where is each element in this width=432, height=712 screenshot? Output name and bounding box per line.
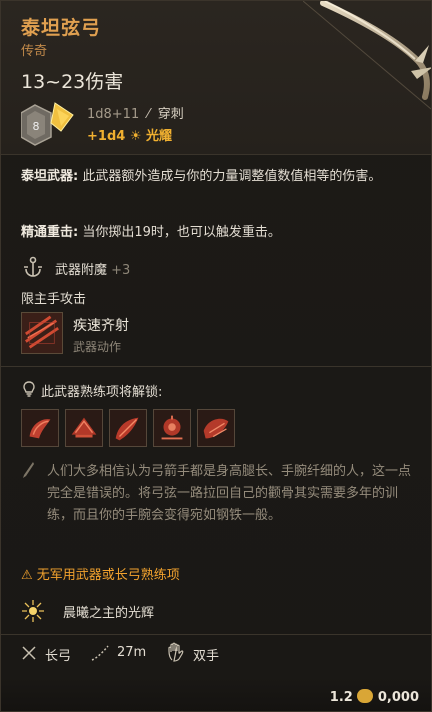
divider: [1, 154, 431, 155]
passive-name: 晨曦之主的光辉: [63, 606, 155, 621]
damage-total: 13~23伤害: [21, 71, 124, 93]
damage-base: 1d8+11: [87, 107, 140, 122]
damage-bonus: +1d4 ☀ 光耀: [87, 129, 172, 144]
crossed-arrows-icon: [22, 646, 36, 660]
warning-text: 无军用武器或长弓熟练项: [36, 568, 180, 583]
quill-icon: [23, 462, 34, 478]
warning-row: ⚠ 无军用武器或长弓熟练项: [21, 564, 180, 583]
proficiency-slot-5[interactable]: [197, 409, 235, 447]
proficiency-slot-1[interactable]: [21, 409, 59, 447]
ability-titan-weapon-name: 泰坦武器:: [21, 169, 79, 184]
lightbulb-icon: [23, 381, 35, 397]
range-icon: [91, 645, 109, 661]
price-value-rest: 0,000: [377, 690, 419, 705]
enchant-label: 武器附魔: [55, 263, 108, 278]
warning-icon: ⚠: [21, 568, 33, 583]
proficiency-slot-4[interactable]: [153, 409, 191, 447]
proficiency-unlock-label: 此武器熟练项将解锁:: [41, 385, 163, 400]
ability-titan-weapon: 泰坦武器: 此武器额外造成与你的力量调整值数值相等的伤害。: [21, 166, 416, 188]
volley-action-icon[interactable]: [21, 312, 63, 354]
handedness: 双手: [193, 649, 220, 664]
bow-artwork-icon: [303, 1, 431, 110]
enchant-value: +3: [111, 263, 131, 278]
damage-die-icon: 8: [21, 102, 74, 146]
pierce-icon: ⁄: [147, 107, 150, 122]
proficiency-slot-3[interactable]: [109, 409, 147, 447]
item-tooltip: 泰坦弦弓 传奇 13~23伤害 8 1d8+11 ⁄ 穿刺 +1d4 ☀ 光耀 …: [0, 0, 432, 712]
damage-base-line: 1d8+11 ⁄ 穿刺: [87, 103, 184, 122]
divider: [1, 366, 431, 367]
die-value: 8: [33, 120, 40, 133]
ability-proficient-crit-name: 精通重击:: [21, 225, 79, 240]
ability-proficient-crit-text: 当你掷出19时，也可以触发重击。: [82, 225, 281, 240]
item-rarity: 传奇: [21, 44, 48, 59]
price-value: 1.2: [329, 690, 353, 705]
ability-proficient-crit: 精通重击: 当你掷出19时，也可以触发重击。: [21, 222, 416, 244]
weapon-type: 长弓: [45, 649, 72, 664]
proficiency-slot-2[interactable]: [65, 409, 103, 447]
flavor-text: 人们大多相信认为弓箭手都是身高腿长、手腕纤细的人，这一点完全是错误的。将弓弦一路…: [47, 464, 412, 523]
action-name: 疾速齐射: [73, 318, 129, 334]
radiance-icon: [22, 600, 44, 622]
damage-type: 穿刺: [157, 107, 184, 122]
ability-titan-weapon-text: 此武器额外造成与你的力量调整值数值相等的伤害。: [82, 169, 382, 184]
item-price: 1.2 0,000: [330, 689, 419, 705]
main-hand-only: 限主手攻击: [21, 292, 87, 307]
coin-icon: [357, 689, 374, 703]
hand-icon: [168, 642, 184, 662]
action-type: 武器动作: [73, 340, 122, 354]
enchant-row: 武器附魔 +3: [55, 259, 130, 278]
anchor-icon: [24, 256, 42, 277]
range: 27m: [117, 645, 147, 660]
divider: [1, 634, 431, 635]
item-name: 泰坦弦弓: [21, 17, 102, 39]
tooltip-header: 泰坦弦弓 传奇 13~23伤害 8 1d8+11 ⁄ 穿刺 +1d4 ☀ 光耀: [1, 1, 431, 154]
